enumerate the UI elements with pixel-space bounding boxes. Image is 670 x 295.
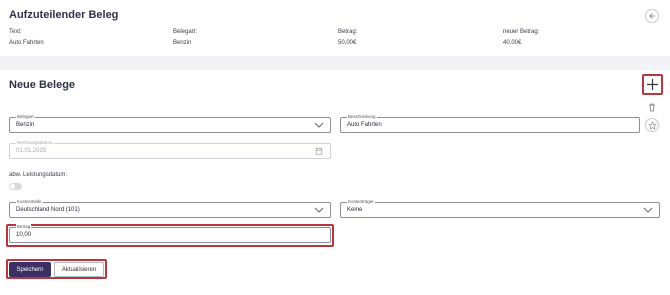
beschreibung-input[interactable]: Beschreibung Auto Fahrten (340, 114, 640, 133)
header-text: Text: (9, 29, 22, 35)
header-betrag: Betrag: (338, 29, 358, 35)
chevron-down-icon (643, 207, 653, 213)
split-receipt-title: Aufzuteilender Beleg (9, 9, 119, 21)
rechnungsdatum-label: Rechnungsdatum (16, 140, 54, 146)
header-neuer-betrag: neuer Betrag: (503, 29, 540, 35)
rechnungsdatum-value: 01.01.2025 (16, 148, 47, 154)
header-belegart: Belegart: (173, 29, 198, 35)
betrag-value: 10,00 (16, 232, 32, 238)
new-receipts-title: Neue Belege (9, 79, 76, 91)
chevron-down-icon (314, 122, 324, 128)
belegart-select[interactable]: Belegart Benzin (9, 114, 331, 133)
betrag-input[interactable]: Betrag 10,00 (9, 224, 331, 243)
kostentraeger-select[interactable]: Kostenträger Keine (340, 199, 660, 218)
value-belegart: Benzin (173, 40, 192, 46)
value-text: Auto Fahrten (9, 40, 44, 46)
arrow-left-icon (648, 13, 656, 19)
delete-receipt-button[interactable] (647, 99, 657, 112)
beschreibung-value: Auto Fahrten (347, 122, 382, 128)
favorite-button[interactable] (645, 118, 659, 132)
kostentraeger-label: Kostenträger (347, 199, 375, 205)
abw-leistungsdatum-toggle[interactable] (9, 183, 22, 190)
value-neuer-betrag: 40,00€ (503, 40, 522, 46)
kostentraeger-value: Keine (347, 207, 363, 213)
save-button[interactable]: Speichern (9, 262, 51, 277)
chevron-down-icon (314, 207, 324, 213)
add-receipt-button[interactable] (642, 74, 663, 95)
value-betrag: 50,00€ (338, 40, 357, 46)
belegart-value: Benzin (16, 122, 35, 128)
kostenstelle-select[interactable]: Kostenstelle Deutschland Nord (101) (9, 199, 331, 218)
abw-leistungsdatum-label: abw. Leistungsdatum: (9, 172, 68, 178)
star-icon (647, 120, 657, 130)
trash-icon (649, 103, 655, 112)
split-receipt-card: Aufzuteilender Beleg Text: Belegart: Bet… (0, 0, 670, 56)
plus-icon (647, 79, 658, 90)
belegart-label: Belegart (16, 114, 35, 120)
update-button[interactable]: Aktualisieren (54, 262, 104, 277)
beschreibung-label: Beschreibung (347, 114, 377, 120)
rechnungsdatum-input[interactable]: Rechnungsdatum 01.01.2025 (9, 140, 331, 159)
calendar-icon (315, 147, 323, 155)
kostenstelle-label: Kostenstelle (16, 199, 43, 205)
back-button[interactable] (645, 9, 659, 23)
kostenstelle-value: Deutschland Nord (101) (16, 207, 80, 213)
betrag-label: Betrag (16, 224, 32, 230)
